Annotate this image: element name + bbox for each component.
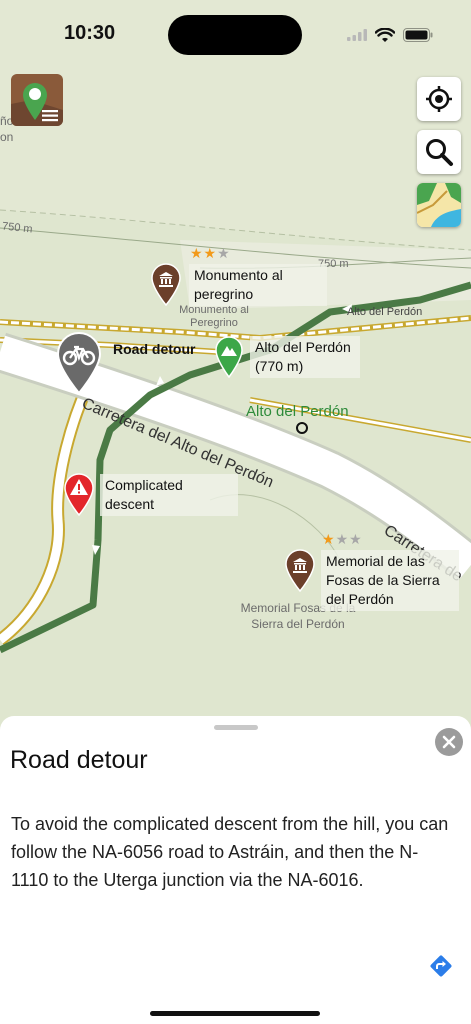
- battery-icon: [403, 28, 433, 42]
- search-button[interactable]: [417, 130, 461, 174]
- monument-map-label: Monumento al Peregrino: [179, 304, 249, 329]
- directions-icon: [430, 955, 452, 977]
- search-icon: [426, 139, 453, 166]
- peak-name-label: Alto del Perdón: [246, 403, 349, 420]
- detail-sheet[interactable]: Road detour To avoid the complicated des…: [0, 716, 471, 1024]
- monument-marker[interactable]: [150, 262, 182, 307]
- status-time: 10:30: [64, 22, 116, 44]
- left-edge-label: on: [0, 130, 14, 144]
- top-road-label: Alto del Perdón: [347, 306, 423, 318]
- dynamic-island: [168, 15, 302, 55]
- poi-label-complicated-descent: Complicated descent: [100, 474, 238, 516]
- rating-stars: ★★★: [322, 531, 363, 547]
- wifi-icon: [375, 27, 395, 42]
- mountain-icon: [215, 336, 243, 379]
- map-layers-icon: [417, 183, 461, 227]
- warning-marker[interactable]: [63, 472, 95, 517]
- rating-stars: ★★★: [190, 245, 231, 261]
- map-view[interactable]: ño on 750 m 750 m Alto del Perdón Monume…: [0, 0, 471, 720]
- locate-button[interactable]: [417, 77, 461, 121]
- map-layers-button[interactable]: [417, 183, 461, 227]
- poi-label-monument: Monumento al peregrino: [189, 264, 327, 306]
- memorial-marker[interactable]: [284, 548, 316, 593]
- directions-button[interactable]: [429, 954, 453, 978]
- close-button[interactable]: [435, 728, 463, 756]
- poi-label-road-detour: Road detour: [113, 341, 196, 357]
- warning-icon: [64, 473, 94, 517]
- poi-label-memorial: Memorial de las Fosas de la Sierra del P…: [321, 550, 459, 611]
- status-icons: [347, 24, 433, 46]
- app-logo-icon: [11, 83, 63, 126]
- crosshair-icon: [426, 86, 452, 112]
- summit-marker[interactable]: [214, 336, 244, 379]
- close-icon: [442, 735, 456, 749]
- poi-label-alto-perdon: Alto del Perdón (770 m): [250, 336, 360, 378]
- bicycle-icon: [56, 332, 102, 395]
- sheet-title: Road detour: [10, 746, 148, 774]
- sheet-description: To avoid the complicated descent from th…: [11, 814, 449, 890]
- home-indicator: [150, 1011, 320, 1016]
- sheet-drag-handle[interactable]: [214, 725, 258, 730]
- app-menu-button[interactable]: [11, 74, 63, 126]
- road-detour-marker[interactable]: [56, 332, 102, 395]
- museum-icon: [151, 263, 181, 307]
- museum-icon: [285, 549, 315, 593]
- status-bar: 10:30: [0, 0, 471, 70]
- cellular-signal-icon: [347, 29, 367, 41]
